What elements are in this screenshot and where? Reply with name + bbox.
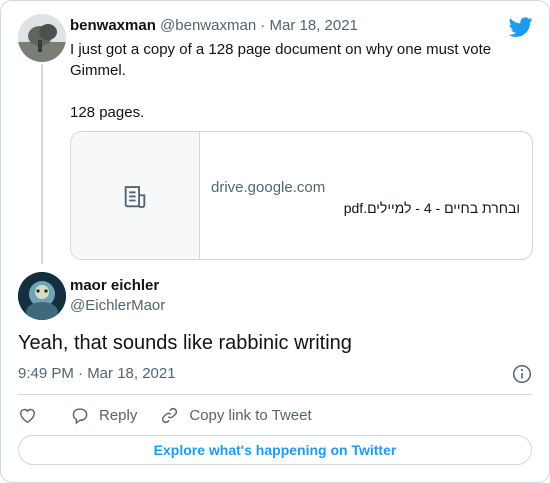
copy-link-button[interactable]: Copy link to Tweet: [160, 406, 312, 425]
tweet-timestamp[interactable]: 9:49 PM · Mar 18, 2021: [18, 365, 176, 382]
link-thumbnail: [71, 132, 200, 259]
reply-display-name[interactable]: maor eichler: [70, 277, 159, 294]
copy-link-label: Copy link to Tweet: [189, 406, 312, 424]
link-icon: [162, 407, 178, 423]
tweet-text-line: I just got a copy of a 128 page document…: [70, 41, 492, 79]
handle-and-date[interactable]: @benwaxman · Mar 18, 2021: [160, 17, 358, 34]
divider: [18, 394, 532, 395]
twitter-bird-icon[interactable]: [509, 15, 533, 39]
avatar-eichlermaor[interactable]: [18, 272, 66, 320]
tweet-embed-card: benwaxman @benwaxman · Mar 18, 2021 I ju…: [0, 0, 550, 483]
link-preview-card[interactable]: drive.google.com ובחרת בחיים - 4 - למייל…: [70, 131, 533, 260]
tweet-text: I just got a copy of a 128 page document…: [70, 39, 510, 123]
document-icon: [124, 186, 146, 208]
reply-tweet-text: Yeah, that sounds like rabbinic writing: [18, 332, 352, 354]
reply-button[interactable]: Reply: [70, 406, 137, 425]
thread-line: [41, 64, 43, 264]
link-domain: drive.google.com: [211, 179, 326, 196]
avatar-benwaxman[interactable]: [18, 14, 66, 62]
author-line: benwaxman @benwaxman · Mar 18, 2021: [70, 17, 358, 34]
tweet-actions: Reply Copy link to Tweet: [18, 403, 312, 427]
tweet-text-line: 128 pages.: [70, 104, 145, 121]
reply-handle[interactable]: @EichlerMaor: [70, 297, 165, 314]
link-title: ובחרת בחיים - 4 - למיילים.pdf: [343, 200, 520, 216]
info-icon[interactable]: [512, 364, 532, 384]
display-name[interactable]: benwaxman: [70, 17, 156, 34]
reply-label: Reply: [99, 406, 138, 424]
reply-icon: [72, 407, 88, 424]
like-button[interactable]: [18, 406, 37, 425]
explore-twitter-button[interactable]: Explore what's happening on Twitter: [18, 435, 532, 465]
heart-icon: [20, 408, 35, 423]
